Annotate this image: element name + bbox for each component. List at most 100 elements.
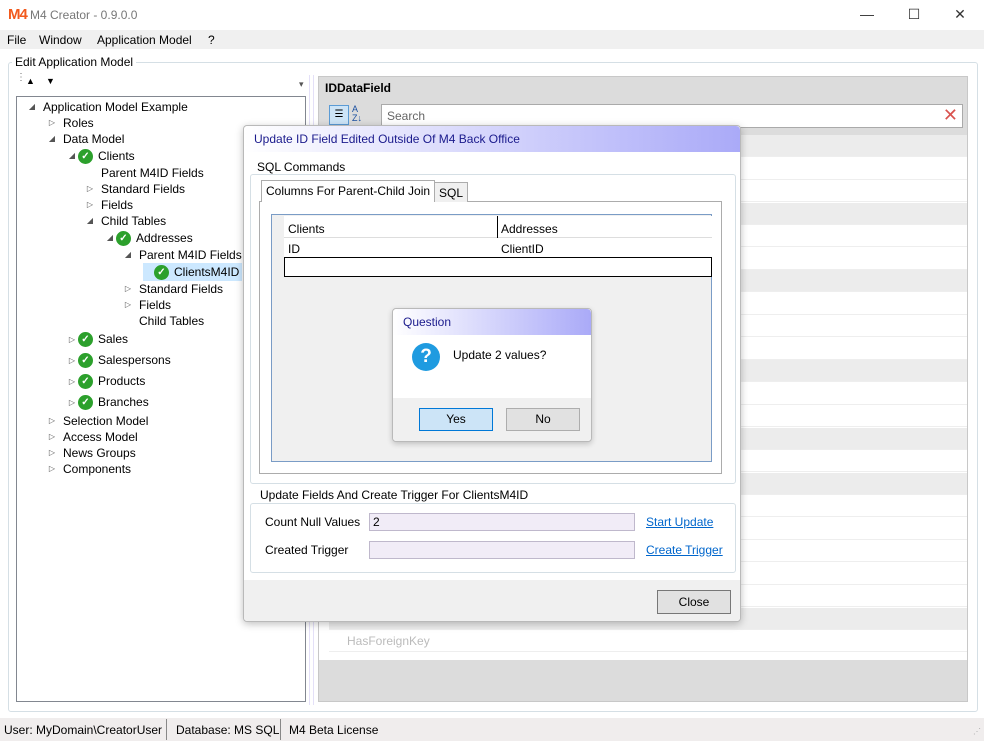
- app-logo: M4: [8, 6, 28, 23]
- tree-item[interactable]: Parent M4ID Fields: [85, 165, 207, 181]
- overflow-icon[interactable]: ▾: [299, 79, 304, 90]
- table-row-new[interactable]: [284, 258, 712, 277]
- tree-item[interactable]: ✓ ClientsM4ID: [143, 263, 243, 281]
- expand-arrow-icon[interactable]: ▷: [67, 350, 77, 371]
- clear-search-icon[interactable]: ✕: [943, 105, 958, 126]
- move-up-icon[interactable]: ▲: [26, 76, 35, 86]
- menu-window[interactable]: Window: [39, 33, 82, 47]
- sort-alphabetical-icon[interactable]: A Z↓: [352, 105, 362, 123]
- collapse-arrow-icon[interactable]: ◢: [123, 247, 133, 263]
- expand-arrow-icon[interactable]: ▷: [123, 281, 133, 297]
- question-dialog: Question ? Update 2 values? Yes No: [392, 308, 592, 442]
- collapse-arrow-icon[interactable]: ◢: [27, 99, 37, 115]
- group-title: Edit Application Model: [12, 55, 137, 69]
- tree-item-label: Clients: [98, 149, 135, 163]
- count-null-values-field[interactable]: 2: [369, 513, 635, 531]
- tree-item-label: Parent M4ID Fields: [101, 166, 204, 180]
- create-trigger-link[interactable]: Create Trigger: [646, 543, 723, 557]
- start-update-link[interactable]: Start Update: [646, 515, 713, 529]
- resize-grip-icon[interactable]: ⋰: [973, 727, 981, 736]
- tree-item[interactable]: ▷ ✓ Products: [67, 371, 148, 392]
- tree-item[interactable]: ◢ Child Tables: [85, 213, 169, 229]
- tree-item-label: Application Model Example: [43, 100, 188, 114]
- expand-arrow-icon[interactable]: ▷: [123, 297, 133, 313]
- expand-arrow-icon[interactable]: ▷: [85, 197, 95, 213]
- tree-item[interactable]: ▷ ✓ Sales: [67, 329, 131, 350]
- expand-arrow-icon[interactable]: ▷: [47, 413, 57, 429]
- expand-arrow-icon[interactable]: ▷: [85, 181, 95, 197]
- tree-item-label: Addresses: [136, 231, 193, 245]
- check-icon: ✓: [78, 395, 93, 410]
- check-icon: ✓: [78, 148, 93, 164]
- tree-item[interactable]: ▷ ✓ Salespersons: [67, 350, 174, 371]
- check-icon: ✓: [116, 230, 131, 246]
- maximize-button[interactable]: ☐: [904, 4, 924, 24]
- close-button[interactable]: Close: [657, 590, 731, 614]
- tree-item[interactable]: ◢ Data Model: [47, 131, 127, 147]
- menu-help[interactable]: ?: [208, 33, 215, 47]
- check-icon: ✓: [78, 374, 93, 389]
- tree-item-label: Selection Model: [63, 414, 149, 428]
- tree-item[interactable]: ▷ Fields: [85, 197, 136, 213]
- collapse-arrow-icon[interactable]: ◢: [47, 131, 57, 147]
- dialog-title: Update ID Field Edited Outside Of M4 Bac…: [244, 126, 740, 152]
- tree-item[interactable]: ◢ Parent M4ID Fields: [123, 247, 245, 263]
- expand-arrow-icon[interactable]: ▷: [47, 115, 57, 131]
- yes-button[interactable]: Yes: [419, 408, 493, 431]
- expand-arrow-icon[interactable]: ▷: [47, 445, 57, 461]
- menu-file[interactable]: File: [7, 33, 26, 47]
- tree-item[interactable]: ▷ Standard Fields: [85, 181, 188, 197]
- property-row[interactable]: HasForeignKey: [329, 630, 967, 652]
- grid-cell[interactable]: ClientID: [497, 239, 548, 259]
- tree-item[interactable]: Child Tables: [123, 313, 207, 329]
- question-title: Question: [393, 309, 591, 335]
- expand-arrow-icon[interactable]: ▷: [47, 429, 57, 445]
- collapse-arrow-icon[interactable]: ◢: [105, 229, 115, 247]
- tree-item[interactable]: ▷ News Groups: [47, 445, 139, 461]
- tree-item[interactable]: ▷ Access Model: [47, 429, 141, 445]
- expand-arrow-icon[interactable]: ▷: [67, 371, 77, 392]
- tree-item-label: Data Model: [63, 132, 125, 146]
- categorized-icon[interactable]: ☰: [329, 105, 349, 125]
- tab-columns-join[interactable]: Columns For Parent-Child Join: [261, 180, 436, 202]
- tree-item[interactable]: ▷ Roles: [47, 115, 97, 131]
- move-down-icon[interactable]: ▼: [46, 76, 55, 86]
- tree-item[interactable]: ▷ Fields: [123, 297, 174, 313]
- created-trigger-label: Created Trigger: [265, 543, 349, 557]
- tree-item[interactable]: ◢ ✓ Addresses: [105, 229, 196, 247]
- expand-arrow-icon[interactable]: ▷: [67, 392, 77, 413]
- close-window-button[interactable]: ✕: [950, 4, 970, 24]
- tree-item[interactable]: ▷ Standard Fields: [123, 281, 226, 297]
- tree-item[interactable]: ▷ Components: [47, 461, 134, 477]
- menu-bar: File Window Application Model ?: [0, 30, 984, 49]
- status-license: M4 Beta License: [289, 723, 379, 737]
- tab-sql[interactable]: SQL: [434, 182, 469, 202]
- tree-item[interactable]: ◢ ✓ Clients: [67, 147, 138, 165]
- tree-item[interactable]: ◢ Application Model Example: [27, 99, 191, 115]
- grid-cell[interactable]: ID: [284, 239, 304, 259]
- property-name: HasForeignKey: [347, 634, 430, 648]
- minimize-button[interactable]: —: [857, 4, 877, 24]
- collapse-arrow-icon[interactable]: ◢: [85, 213, 95, 229]
- expand-arrow-icon[interactable]: ▷: [47, 461, 57, 477]
- column-header-addresses[interactable]: Addresses: [497, 219, 562, 239]
- check-icon: ✓: [78, 332, 93, 347]
- status-user: User: MyDomain\CreatorUser: [4, 723, 163, 737]
- tree-item-label: Roles: [63, 116, 94, 130]
- expand-arrow-icon[interactable]: ▷: [67, 329, 77, 350]
- column-header-clients[interactable]: Clients: [284, 219, 329, 239]
- created-trigger-field[interactable]: [369, 541, 635, 559]
- tree-item-label: Products: [98, 374, 146, 388]
- tree-item[interactable]: ▷ Selection Model: [47, 413, 151, 429]
- question-message: Update 2 values?: [453, 348, 547, 362]
- menu-application-model[interactable]: Application Model: [97, 33, 192, 47]
- tree-item[interactable]: ▷ ✓ Branches: [67, 392, 152, 413]
- count-null-values-label: Count Null Values: [265, 515, 361, 529]
- check-icon: ✓: [154, 264, 169, 280]
- tree-item-label: Sales: [98, 332, 129, 346]
- collapse-arrow-icon[interactable]: ◢: [67, 147, 77, 165]
- tree-item-label: Salespersons: [98, 353, 171, 367]
- status-bar: User: MyDomain\CreatorUser Database: MS …: [0, 718, 984, 741]
- no-button[interactable]: No: [506, 408, 580, 431]
- sql-commands-label: SQL Commands: [255, 160, 348, 174]
